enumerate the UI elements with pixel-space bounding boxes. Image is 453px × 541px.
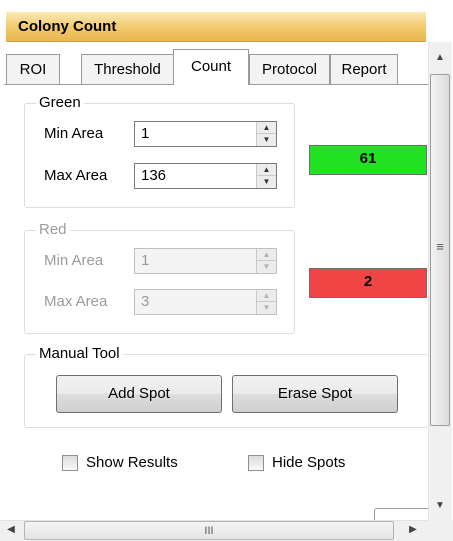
spin-up-icon[interactable]: ▲ [257, 290, 276, 302]
manual-tool-label: Manual Tool [36, 345, 123, 363]
green-group [24, 103, 295, 208]
green-group-label: Green [36, 94, 84, 112]
erase-spot-button[interactable]: Erase Spot [232, 375, 398, 413]
red-max-area-value: 3 [141, 293, 150, 310]
green-max-area-spinner[interactable]: ▲ ▼ [256, 164, 276, 188]
tab-report[interactable]: Report [330, 54, 398, 84]
green-count-display: 61 [309, 145, 427, 175]
tab-count[interactable]: Count [173, 49, 249, 85]
green-max-area-field[interactable]: 136 ▲ ▼ [134, 163, 277, 189]
hide-spots-label[interactable]: Hide Spots [272, 453, 345, 473]
spin-up-icon[interactable]: ▲ [257, 122, 276, 134]
spin-down-icon[interactable]: ▼ [257, 261, 276, 272]
spin-down-icon[interactable]: ▼ [257, 176, 276, 187]
green-min-area-value: 1 [141, 125, 150, 142]
vertical-scroll-thumb[interactable]: ≡ [430, 74, 450, 426]
scroll-corner [428, 520, 453, 541]
show-results-label[interactable]: Show Results [86, 453, 178, 473]
tab-roi[interactable]: ROI [6, 54, 60, 84]
red-group [24, 230, 295, 334]
scroll-left-arrow-icon[interactable]: ◀ [4, 524, 18, 535]
horizontal-grip-icon: III [204, 525, 214, 537]
green-max-area-label: Max Area [44, 167, 108, 184]
red-group-label: Red [36, 221, 70, 239]
red-min-area-spinner[interactable]: ▲ ▼ [256, 249, 276, 273]
red-max-area-label: Max Area [44, 293, 108, 310]
spin-down-icon[interactable]: ▼ [257, 302, 276, 313]
red-max-area-field[interactable]: 3 ▲ ▼ [134, 289, 277, 315]
red-min-area-value: 1 [141, 252, 150, 269]
spin-down-icon[interactable]: ▼ [257, 134, 276, 145]
scroll-down-arrow-icon[interactable]: ▼ [430, 500, 450, 511]
green-max-area-value: 136 [141, 167, 167, 184]
green-min-area-field[interactable]: 1 ▲ ▼ [134, 121, 277, 147]
horizontal-scroll-thumb[interactable]: III [24, 521, 394, 540]
red-min-area-label: Min Area [44, 252, 104, 269]
hide-spots-checkbox[interactable] [248, 455, 264, 471]
green-min-area-label: Min Area [44, 125, 104, 142]
scroll-up-arrow-icon[interactable]: ▲ [430, 52, 450, 63]
spin-up-icon[interactable]: ▲ [257, 164, 276, 176]
partial-control [374, 508, 428, 520]
red-max-area-spinner[interactable]: ▲ ▼ [256, 290, 276, 314]
add-spot-button[interactable]: Add Spot [56, 375, 222, 413]
red-count-display: 2 [309, 268, 427, 298]
vertical-grip-icon: ≡ [436, 239, 444, 254]
green-min-area-spinner[interactable]: ▲ ▼ [256, 122, 276, 146]
show-results-checkbox[interactable] [62, 455, 78, 471]
red-min-area-field[interactable]: 1 ▲ ▼ [134, 248, 277, 274]
tab-threshold[interactable]: Threshold [81, 54, 174, 84]
spin-up-icon[interactable]: ▲ [257, 249, 276, 261]
scroll-right-arrow-icon[interactable]: ▶ [406, 524, 420, 535]
window-title: Colony Count [18, 18, 117, 35]
title-bar: Colony Count [6, 12, 426, 42]
tab-protocol[interactable]: Protocol [249, 54, 330, 84]
